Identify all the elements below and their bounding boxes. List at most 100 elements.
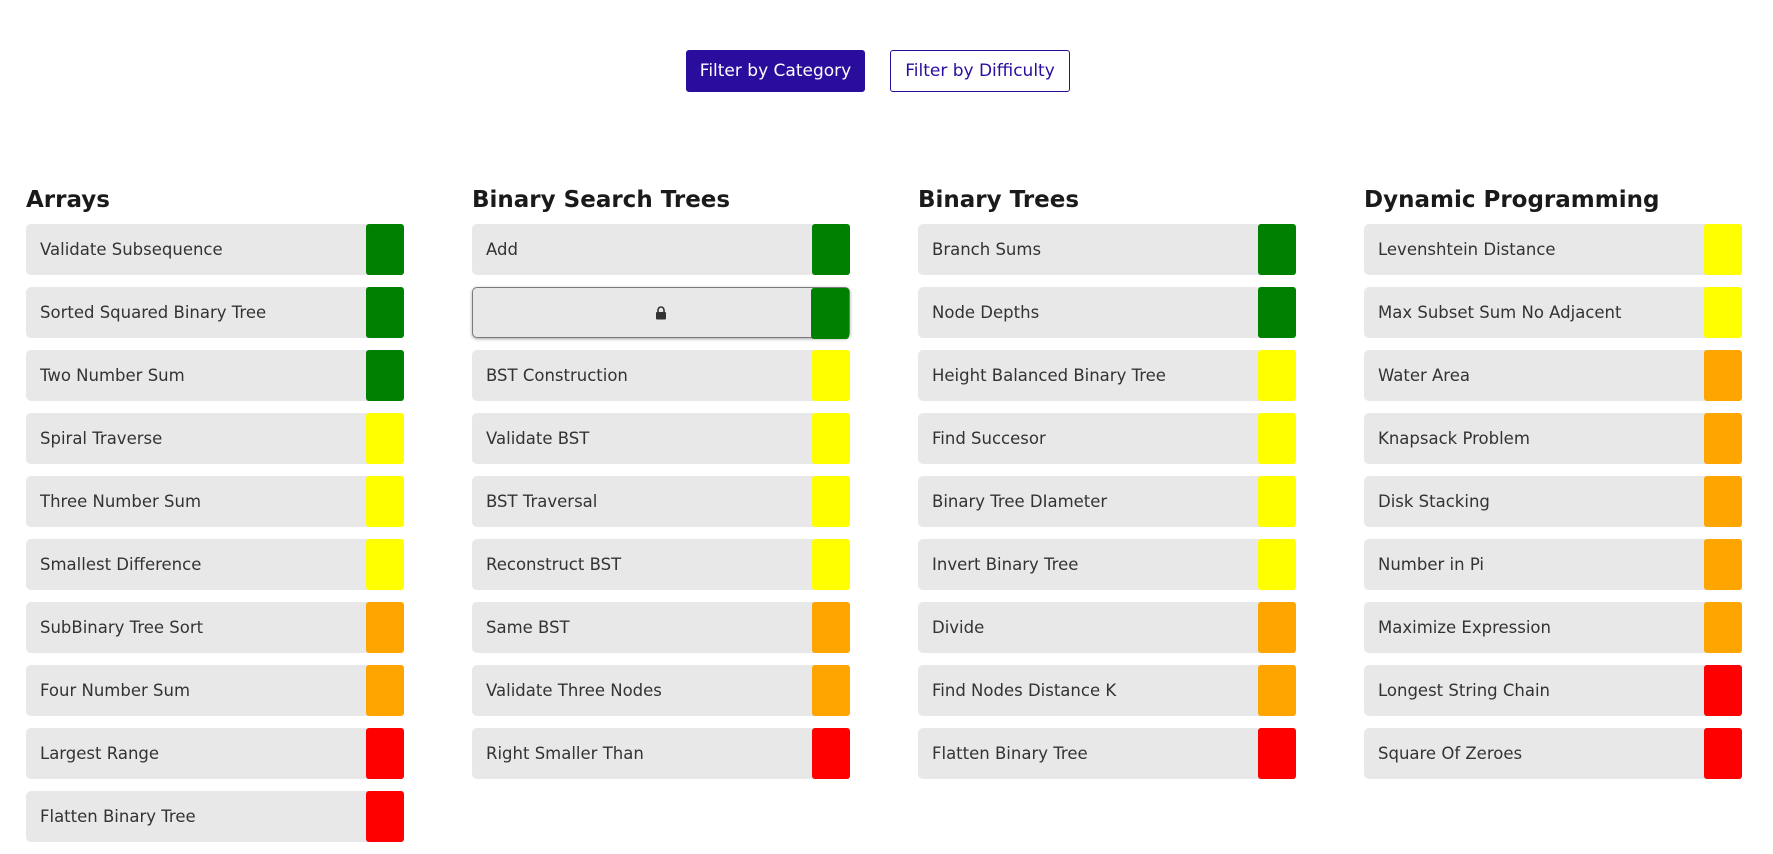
difficulty-indicator-easy bbox=[1258, 224, 1296, 275]
problem-label: Smallest Difference bbox=[40, 555, 202, 574]
problem-item[interactable]: Invert Binary Tree bbox=[918, 539, 1296, 590]
problem-label: Branch Sums bbox=[932, 240, 1042, 259]
problem-item[interactable]: Same BST bbox=[472, 602, 850, 653]
problem-label: Two Number Sum bbox=[40, 366, 185, 385]
problem-item[interactable]: Validate Three Nodes bbox=[472, 665, 850, 716]
problem-item[interactable]: Smallest Difference bbox=[26, 539, 404, 590]
problem-label: Maximize Expression bbox=[1378, 618, 1551, 637]
difficulty-indicator-hard bbox=[1704, 413, 1742, 464]
category-column: Arrays Validate Subsequence Sorted Squared… bbox=[26, 185, 404, 854]
problem-item[interactable]: Add bbox=[472, 224, 850, 275]
problem-item[interactable]: Validate BST bbox=[472, 413, 850, 464]
problem-label: Max Subset Sum No Adjacent bbox=[1378, 303, 1622, 322]
filter-by-difficulty-button[interactable]: Filter by Difficulty bbox=[890, 50, 1070, 92]
difficulty-indicator-medium bbox=[366, 413, 404, 464]
problem-item[interactable]: Height Balanced Binary Tree bbox=[918, 350, 1296, 401]
category-title: Dynamic Programming bbox=[1364, 187, 1660, 213]
difficulty-indicator-easy bbox=[811, 288, 849, 339]
problem-item[interactable]: Flatten Binary Tree bbox=[918, 728, 1296, 779]
difficulty-indicator-easy bbox=[366, 287, 404, 338]
difficulty-indicator-very-hard bbox=[366, 791, 404, 842]
problem-label: BST Traversal bbox=[486, 492, 598, 511]
difficulty-indicator-hard bbox=[1704, 350, 1742, 401]
difficulty-indicator-very-hard bbox=[812, 728, 850, 779]
problem-item[interactable]: Spiral Traverse bbox=[26, 413, 404, 464]
problem-item[interactable]: Node Depths bbox=[918, 287, 1296, 338]
difficulty-indicator-medium bbox=[1258, 476, 1296, 527]
difficulty-indicator-hard bbox=[1258, 602, 1296, 653]
difficulty-indicator-medium bbox=[1258, 413, 1296, 464]
problem-label: Add bbox=[486, 240, 518, 259]
problem-label: Find Succesor bbox=[932, 429, 1046, 448]
problem-item[interactable]: Find Nodes Distance K bbox=[918, 665, 1296, 716]
problem-item[interactable]: Flatten Binary Tree bbox=[26, 791, 404, 842]
problem-item[interactable]: Largest Range bbox=[26, 728, 404, 779]
difficulty-indicator-medium bbox=[1258, 539, 1296, 590]
problem-item[interactable]: Find Succesor bbox=[918, 413, 1296, 464]
problem-label: Four Number Sum bbox=[40, 681, 191, 700]
category-column: Dynamic Programming Levenshtein Distance M… bbox=[1364, 185, 1742, 791]
difficulty-indicator-medium bbox=[1258, 350, 1296, 401]
problem-label: Validate BST bbox=[486, 429, 590, 448]
difficulty-indicator-hard bbox=[366, 602, 404, 653]
difficulty-indicator-very-hard bbox=[1258, 728, 1296, 779]
problem-item[interactable]: Three Number Sum bbox=[26, 476, 404, 527]
problem-label: Levenshtein Distance bbox=[1378, 240, 1556, 259]
difficulty-indicator-easy bbox=[366, 350, 404, 401]
problem-item[interactable]: Longest String Chain bbox=[1364, 665, 1742, 716]
difficulty-indicator-medium bbox=[812, 476, 850, 527]
problem-item[interactable]: Max Subset Sum No Adjacent bbox=[1364, 287, 1742, 338]
problem-label: BST Construction bbox=[486, 366, 628, 385]
category-column: Binary Trees Branch Sums Node Depths Height… bbox=[918, 185, 1296, 791]
problem-item[interactable]: Binary Tree DIameter bbox=[918, 476, 1296, 527]
difficulty-indicator-medium bbox=[1704, 287, 1742, 338]
problem-label: Longest String Chain bbox=[1378, 681, 1551, 700]
problem-item[interactable]: Branch Sums bbox=[918, 224, 1296, 275]
problem-label: Validate Subsequence bbox=[40, 240, 223, 259]
problem-item[interactable]: Validate Subsequence bbox=[26, 224, 404, 275]
difficulty-indicator-hard bbox=[1258, 665, 1296, 716]
difficulty-indicator-hard bbox=[812, 665, 850, 716]
problem-item[interactable]: Knapsack Problem bbox=[1364, 413, 1742, 464]
problem-item[interactable]: SubBinary Tree Sort bbox=[26, 602, 404, 653]
problem-item[interactable]: BST Traversal bbox=[472, 476, 850, 527]
category-title: Arrays bbox=[26, 187, 110, 213]
difficulty-indicator-medium bbox=[812, 539, 850, 590]
problem-label: Node Depths bbox=[932, 303, 1040, 322]
difficulty-indicator-medium bbox=[366, 539, 404, 590]
category-title: Binary Trees bbox=[918, 187, 1080, 213]
difficulty-indicator-hard bbox=[812, 602, 850, 653]
difficulty-indicator-hard bbox=[1704, 602, 1742, 653]
problem-label: Right Smaller Than bbox=[486, 744, 644, 763]
problem-item[interactable]: Maximize Expression bbox=[1364, 602, 1742, 653]
problem-label: Invert Binary Tree bbox=[932, 555, 1079, 574]
problem-item[interactable]: Right Smaller Than bbox=[472, 728, 850, 779]
problem-item[interactable]: Divide bbox=[918, 602, 1296, 653]
problem-item[interactable]: BST Construction bbox=[472, 350, 850, 401]
problem-label: Largest Range bbox=[40, 744, 160, 763]
problem-label: Flatten Binary Tree bbox=[932, 744, 1088, 763]
problem-item[interactable]: Square Of Zeroes bbox=[1364, 728, 1742, 779]
difficulty-indicator-very-hard bbox=[1704, 665, 1742, 716]
difficulty-indicator-hard bbox=[1704, 476, 1742, 527]
problem-label: Same BST bbox=[486, 618, 570, 637]
problem-item[interactable]: Two Number Sum bbox=[26, 350, 404, 401]
filter-by-category-button[interactable]: Filter by Category bbox=[686, 50, 865, 92]
difficulty-indicator-medium bbox=[1704, 224, 1742, 275]
locked-problem-item[interactable] bbox=[472, 287, 850, 339]
problem-item[interactable]: Sorted Squared Binary Tree bbox=[26, 287, 404, 338]
filter-bar: Filter by Category Filter by Difficulty bbox=[0, 50, 1773, 92]
category-column: Binary Search Trees Add BST Construction Va… bbox=[472, 185, 850, 791]
problem-label: Sorted Squared Binary Tree bbox=[40, 303, 267, 322]
problem-label: SubBinary Tree Sort bbox=[40, 618, 204, 637]
problem-label: Water Area bbox=[1378, 366, 1470, 385]
problem-label: Height Balanced Binary Tree bbox=[932, 366, 1166, 385]
problem-item[interactable]: Reconstruct BST bbox=[472, 539, 850, 590]
problem-item[interactable]: Number in Pi bbox=[1364, 539, 1742, 590]
problem-label: Find Nodes Distance K bbox=[932, 681, 1117, 700]
problem-item[interactable]: Levenshtein Distance bbox=[1364, 224, 1742, 275]
problem-item[interactable]: Disk Stacking bbox=[1364, 476, 1742, 527]
difficulty-indicator-very-hard bbox=[1704, 728, 1742, 779]
problem-item[interactable]: Water Area bbox=[1364, 350, 1742, 401]
problem-item[interactable]: Four Number Sum bbox=[26, 665, 404, 716]
